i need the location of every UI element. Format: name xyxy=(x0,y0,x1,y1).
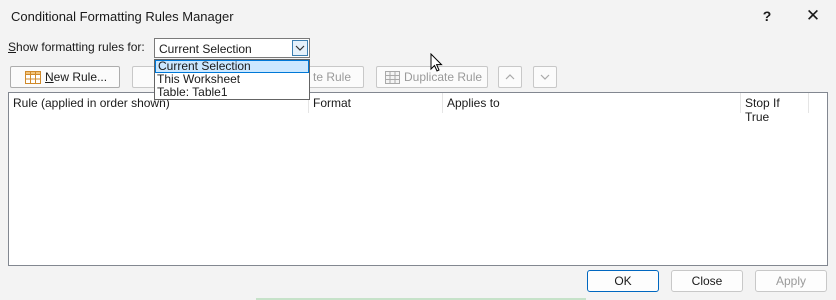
scope-select-value: Current Selection xyxy=(159,42,252,56)
ok-button[interactable]: OK xyxy=(587,270,659,292)
rules-list[interactable]: Rule (applied in order shown) Format App… xyxy=(8,92,828,266)
new-rule-label-text: ew Rule... xyxy=(53,70,108,84)
help-button[interactable]: ? xyxy=(744,0,790,32)
delete-rule-label: te Rule xyxy=(313,70,352,84)
new-rule-label: New Rule... xyxy=(45,70,107,84)
show-rules-label-accesskey: S xyxy=(8,40,17,54)
new-rule-button[interactable]: New Rule... xyxy=(10,66,120,88)
window-title: Conditional Formatting Rules Manager xyxy=(11,9,234,24)
grid-table-icon xyxy=(25,70,41,84)
chevron-down-icon[interactable] xyxy=(292,40,308,56)
scope-dropdown-list[interactable]: Current Selection This Worksheet Table: … xyxy=(154,59,310,100)
title-bar: Conditional Formatting Rules Manager ? ✕ xyxy=(0,0,836,32)
new-rule-accesskey: N xyxy=(45,70,54,84)
chevron-up-icon xyxy=(505,74,515,80)
chevron-down-icon xyxy=(540,74,550,80)
close-icon: ✕ xyxy=(805,6,821,25)
move-down-button[interactable] xyxy=(533,66,557,88)
scope-option-table1[interactable]: Table: Table1 xyxy=(155,86,309,99)
column-header-stop-if-true[interactable]: Stop If True xyxy=(741,93,809,124)
grid-table-icon xyxy=(385,70,400,84)
apply-button[interactable]: Apply xyxy=(755,270,827,292)
close-window-button[interactable]: ✕ xyxy=(790,0,836,32)
show-rules-label: Show formatting rules for: xyxy=(8,40,145,54)
column-header-applies-to[interactable]: Applies to xyxy=(443,93,741,113)
column-header-format[interactable]: Format xyxy=(309,93,443,113)
duplicate-rule-label: Duplicate Rule xyxy=(404,70,483,84)
show-rules-label-text: how formatting rules for: xyxy=(16,40,145,54)
help-icon: ? xyxy=(762,8,772,24)
scope-select[interactable]: Current Selection xyxy=(154,38,310,58)
mouse-pointer-icon xyxy=(430,52,443,75)
close-button[interactable]: Close xyxy=(671,270,743,292)
move-up-button[interactable] xyxy=(498,66,522,88)
